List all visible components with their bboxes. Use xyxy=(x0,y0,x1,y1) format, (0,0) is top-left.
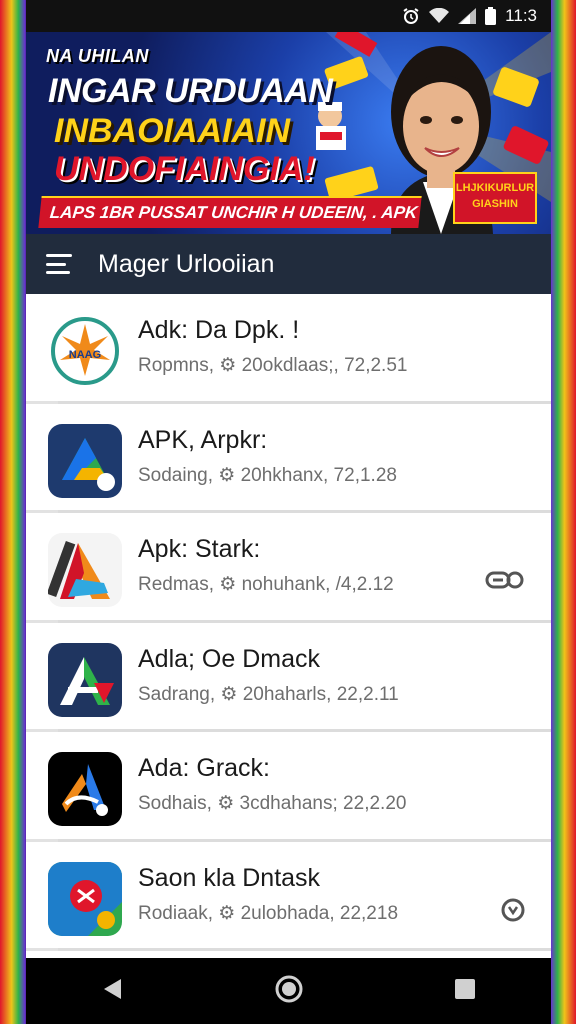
app-title: Ada: Grack: xyxy=(138,754,270,782)
map-pin-icon xyxy=(48,861,122,936)
promo-banner[interactable]: NA UHILAN INGAR URDUAAN INBAOIAAIAIN UND… xyxy=(26,32,551,234)
phone-screen: 11:3 NA UHILAN INGAR URDUAAN INBAOIAAIAI… xyxy=(26,0,551,1024)
link-icon[interactable] xyxy=(485,569,525,596)
green-a-icon xyxy=(48,642,122,717)
app-list-item[interactable]: Ada: Grack: Sodhais, ⚙ 3cdhahans; 22,2.2… xyxy=(26,732,551,842)
app-title: Adla; Oe Dmack xyxy=(138,644,321,673)
app-subtitle: Redmas, ⚙ nohuhank, /4,2.12 xyxy=(138,574,394,595)
app-title: Apk: Stark: xyxy=(138,535,261,563)
app-list-item[interactable]: APK, Arpkr: Sodaing, ⚙ 20hkhanx, 72,1.28 xyxy=(26,403,551,513)
black-orange-a-icon xyxy=(48,752,122,826)
system-nav-bar xyxy=(26,958,551,1024)
app-list-item[interactable]: Adla; Oe Dmack Sadrang, ⚙ 20haharls, 22,… xyxy=(26,622,551,732)
app-title: Adk: Da Dpk. ! xyxy=(138,316,300,344)
app-title: APK, Arpkr: xyxy=(138,425,268,454)
hamburger-menu-icon[interactable] xyxy=(46,254,72,274)
app-subtitle: Rodiaak, ⚙ 2ulobhada, 22,218 xyxy=(138,902,399,924)
sunburst-logo-icon: NAAG xyxy=(48,314,122,388)
home-icon[interactable] xyxy=(275,975,303,1008)
app-subtitle: Sodhais, ⚙ 3cdhahans; 22,2.20 xyxy=(138,793,407,814)
banner-headline-yellow: INBAOIAAIAIN xyxy=(54,112,291,150)
status-bar: 11:3 xyxy=(26,0,551,32)
banner-tagline: NA UHILAN xyxy=(46,46,149,66)
recents-icon[interactable] xyxy=(454,978,476,1005)
app-list-item[interactable]: Apk: Stark: Redmas, ⚙ nohuhank, /4,2.12 xyxy=(26,513,551,623)
app-list-item[interactable]: Saon kla Dntask Rodiaak, ⚙ 2ulobhada, 22… xyxy=(26,841,551,951)
clock-time: 11:3 xyxy=(505,6,537,25)
colorful-a-icon xyxy=(48,533,122,607)
app-bar-title: Mager Urlooiian xyxy=(98,249,275,278)
banner-headline-red: UNDOFIAINGIA! xyxy=(54,150,315,188)
app-title: Saon kla Dntask xyxy=(138,863,321,892)
back-icon[interactable] xyxy=(101,977,125,1006)
app-subtitle: Sadrang, ⚙ 20haharls, 22,2.11 xyxy=(138,683,399,705)
alarm-icon xyxy=(402,7,420,25)
banner-strip-text: LAPS 1BR PUSSAT UNCHIR H UDEEIN, . APK xyxy=(48,203,419,222)
app-list-item[interactable]: NAAG Adk: Da Dpk. ! Ropmns, ⚙ 20okdlaas;… xyxy=(26,294,551,404)
battery-icon xyxy=(485,7,497,25)
banner-strip: LAPS 1BR PUSSAT UNCHIR H UDEEIN, . APK xyxy=(38,196,422,228)
svg-text:NAAG: NAAG xyxy=(69,349,101,361)
banner-headline: INGAR URDUAAN xyxy=(48,72,333,110)
app-subtitle: Ropmns, ⚙ 20okdlaas;, 72,2.51 xyxy=(138,355,408,376)
wifi-icon xyxy=(429,8,450,24)
app-list: NAAG Adk: Da Dpk. ! Ropmns, ⚙ 20okdlaas;… xyxy=(26,294,551,951)
triangle-drive-icon xyxy=(48,423,122,498)
app-subtitle: Sodaing, ⚙ 20hkhanx, 72,1.28 xyxy=(138,464,397,486)
banner-badge: LHJKIKURLUR GIASHIN xyxy=(453,172,537,224)
clock-icon[interactable] xyxy=(501,898,525,927)
app-bar: Mager Urlooiian xyxy=(26,234,551,294)
signal-icon xyxy=(458,8,477,24)
